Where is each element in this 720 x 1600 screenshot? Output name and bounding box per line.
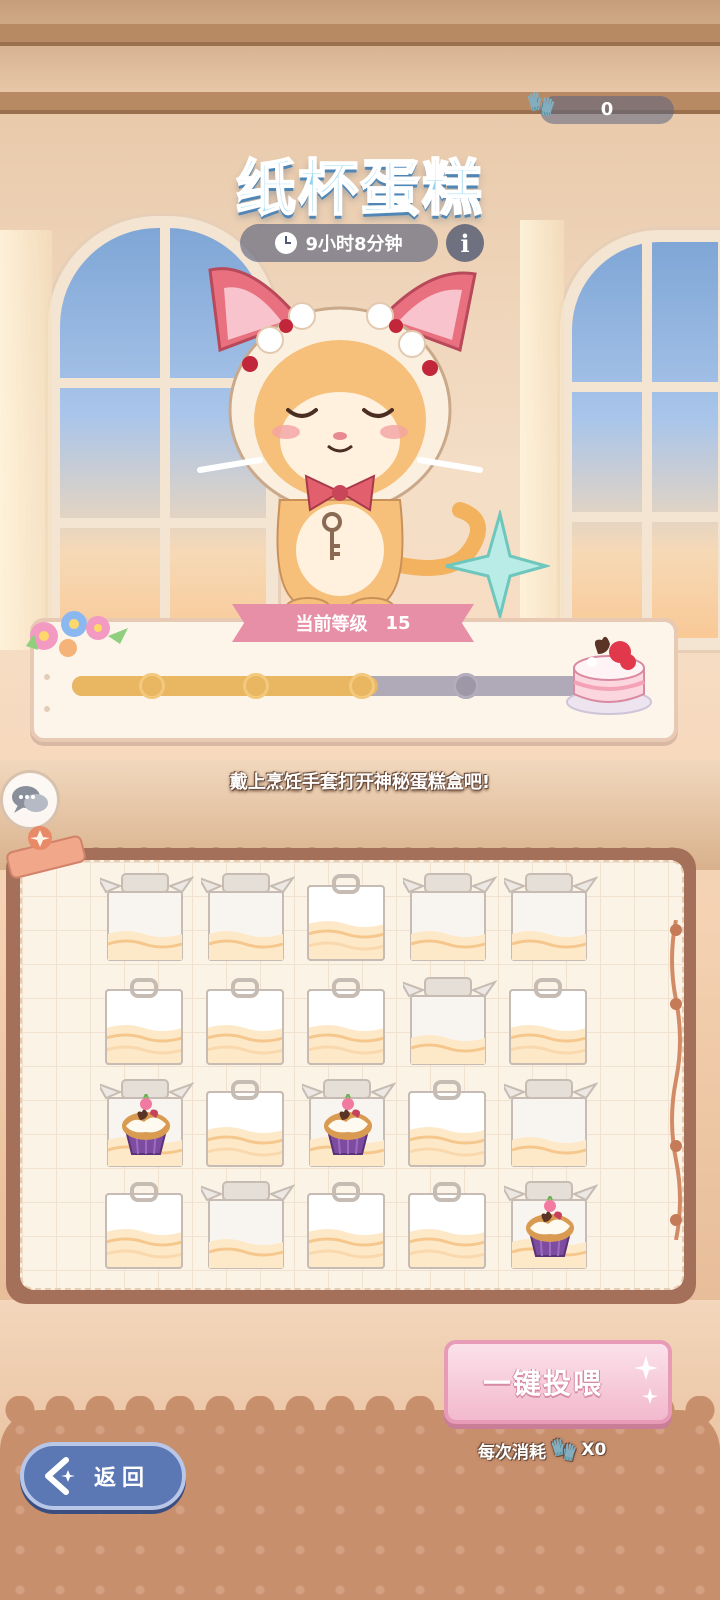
- mystery-box-closed[interactable]: [504, 972, 598, 1068]
- mystery-box-closed[interactable]: [302, 972, 396, 1068]
- clock-icon: [275, 232, 298, 254]
- cupcake-icon: [526, 1196, 574, 1257]
- mystery-box-open-empty[interactable]: [196, 1176, 296, 1272]
- cost-per-feed: 每次消耗 🧤 X0: [478, 1434, 678, 1466]
- chat-icon: [12, 786, 48, 813]
- feed-all-label: 一键投喂: [482, 1367, 603, 1400]
- mystery-box-closed[interactable]: [201, 972, 295, 1068]
- curtain: [0, 230, 52, 650]
- ceiling-beam: [0, 24, 720, 46]
- mystery-box-closed[interactable]: [403, 1074, 497, 1170]
- progress-node: [349, 673, 375, 699]
- hint-text: 戴上烹饪手套打开神秘蛋糕盒吧!: [229, 772, 491, 793]
- panel-decor-dots: [44, 674, 50, 714]
- level-ribbon: 当前等级 15: [232, 604, 474, 642]
- mystery-box-open-empty[interactable]: [499, 1074, 599, 1170]
- back-label: 返回: [94, 1466, 151, 1491]
- back-arrow-icon: [45, 1457, 75, 1495]
- cupcake-icon: [324, 1094, 372, 1155]
- progress-node: [243, 673, 269, 699]
- level-value: 15: [385, 612, 411, 634]
- oven-mitt-icon: 🧤: [550, 1437, 578, 1463]
- cost-label: 每次消耗: [478, 1442, 546, 1463]
- mystery-box-closed[interactable]: [100, 1176, 194, 1272]
- flowers-decoration: [26, 611, 128, 657]
- mystery-box-open-cupcake[interactable]: [499, 1176, 599, 1272]
- event-timer: 9小时8分钟: [240, 224, 438, 262]
- mystery-box-closed[interactable]: [100, 972, 194, 1068]
- cost-amount: X0: [581, 1440, 607, 1460]
- page-title: 纸杯蛋糕: [235, 153, 484, 225]
- sparkle-icon: [634, 1356, 658, 1404]
- rope-decoration: [670, 920, 682, 1240]
- cupcake-icon: [122, 1094, 170, 1155]
- level-progress-bar: [72, 673, 582, 699]
- mystery-box-closed[interactable]: [302, 1176, 396, 1272]
- info-button[interactable]: i: [446, 224, 484, 262]
- chat-button[interactable]: [0, 770, 60, 830]
- level-progress-fill: [72, 676, 378, 696]
- mystery-box-open-empty[interactable]: [95, 868, 195, 964]
- progress-node: [139, 673, 165, 699]
- back-button[interactable]: 返回: [20, 1442, 186, 1510]
- board-scallop-trim: [36, 838, 684, 860]
- mystery-box-open-empty[interactable]: [398, 868, 498, 964]
- mystery-box-closed[interactable]: [201, 1074, 295, 1170]
- mystery-box-open-empty[interactable]: [196, 868, 296, 964]
- mystery-box-open-cupcake[interactable]: [95, 1074, 195, 1170]
- cafe-window-right: [560, 230, 720, 650]
- mystery-box-open-empty[interactable]: [398, 972, 498, 1068]
- mystery-box-open-cupcake[interactable]: [297, 1074, 397, 1170]
- timer-text: 9小时8分钟: [305, 234, 403, 255]
- level-label: 当前等级: [295, 614, 368, 635]
- sparkle-star-icon: [445, 510, 550, 620]
- mystery-box-closed[interactable]: [302, 868, 396, 964]
- bookmark-tag-icon: [6, 826, 86, 879]
- currency-value: 0: [600, 99, 614, 120]
- progress-node: [453, 673, 479, 699]
- strawberry-cake-icon[interactable]: [562, 628, 656, 718]
- mystery-box-open-empty[interactable]: [499, 868, 599, 964]
- feed-all-button[interactable]: 一键投喂: [444, 1340, 672, 1424]
- currency-counter: 🧤 0: [526, 90, 674, 124]
- mystery-box-closed[interactable]: [403, 1176, 497, 1272]
